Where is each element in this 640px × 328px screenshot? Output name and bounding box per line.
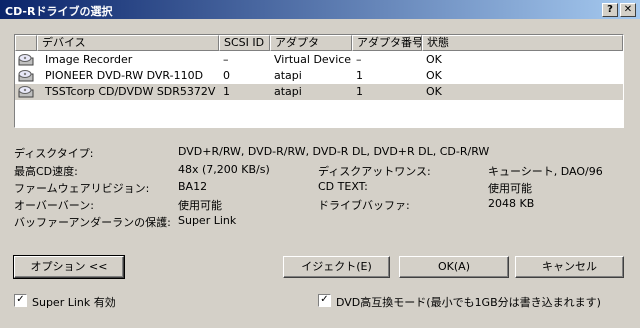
device-scsi-id: – <box>223 53 229 66</box>
drive-buffer-value: 2048 KB <box>488 197 535 210</box>
device-scsi-id: 0 <box>223 69 230 82</box>
device-name: Image Recorder <box>45 53 133 66</box>
overburn-label: オーバーバーン: <box>14 199 94 212</box>
eject-button[interactable]: イジェクト(E) <box>283 256 390 278</box>
drive-buffer-label: ドライブバッファ: <box>318 199 410 212</box>
disc-type-label: ディスクタイプ: <box>14 147 94 160</box>
column-header-adapter-number[interactable]: アダプタ番号 <box>352 35 422 51</box>
disc-at-once-value: キューシート, DAO/96 <box>488 165 603 178</box>
ok-button-label: OK(A) <box>438 260 470 273</box>
column-header-status[interactable]: 状態 <box>422 35 623 51</box>
device-adapter: atapi <box>274 85 302 98</box>
device-list-header: デバイス SCSI ID アダプタ アダプタ番号 状態 <box>15 35 623 51</box>
device-adapter-number: – <box>356 53 362 66</box>
cancel-button[interactable]: キャンセル <box>515 256 624 278</box>
help-button[interactable]: ? <box>602 3 618 17</box>
eject-button-label: イジェクト(E) <box>301 260 372 273</box>
dvd-compat-checkbox[interactable]: ✓ <box>318 294 331 307</box>
dvd-compat-label[interactable]: DVD高互換モード(最小でも1GB分は書き込まれます) <box>336 294 601 310</box>
super-link-label[interactable]: Super Link 有効 <box>32 294 116 310</box>
device-name: PIONEER DVD-RW DVR-110D <box>45 69 204 82</box>
underrun-protection-value: Super Link <box>178 214 237 227</box>
device-adapter: atapi <box>274 69 302 82</box>
column-header-adapter[interactable]: アダプタ <box>270 35 352 51</box>
firmware-label: ファームウェアリビジョン: <box>14 182 150 195</box>
cd-text-value: 使用可能 <box>488 182 532 195</box>
super-link-checkbox[interactable]: ✓ <box>14 294 27 307</box>
options-button-label: オプション << <box>30 260 108 273</box>
underrun-protection-label: バッファーアンダーランの保護: <box>14 216 171 229</box>
device-status: OK <box>426 85 442 98</box>
column-header-scsi-id[interactable]: SCSI ID <box>219 35 270 51</box>
column-header-device[interactable]: デバイス <box>37 35 219 51</box>
cancel-button-label: キャンセル <box>542 260 597 273</box>
column-header-icon[interactable] <box>15 35 37 51</box>
disc-type-value: DVD+R/RW, DVD-R/RW, DVD-R DL, DVD+R DL, … <box>178 145 490 158</box>
device-row[interactable]: Image Recorder – Virtual Device – OK <box>15 52 623 68</box>
device-row-selected[interactable]: TSSTcorp CD/DVDW SDR5372V 1 atapi 1 OK <box>15 84 623 100</box>
overburn-value: 使用可能 <box>178 199 222 212</box>
cd-drive-icon <box>18 70 34 82</box>
device-adapter: Virtual Device <box>274 53 352 66</box>
options-button[interactable]: オプション << <box>13 255 125 279</box>
disc-at-once-label: ディスクアットワンス: <box>318 165 431 178</box>
cd-drive-icon <box>18 86 34 98</box>
device-name: TSSTcorp CD/DVDW SDR5372V <box>45 85 216 98</box>
device-list[interactable]: デバイス SCSI ID アダプタ アダプタ番号 状態 Image Record… <box>14 34 624 128</box>
device-scsi-id: 1 <box>223 85 230 98</box>
title-bar: CD-Rドライブの選択 ? ✕ <box>0 0 640 19</box>
close-button[interactable]: ✕ <box>620 3 636 17</box>
device-row[interactable]: PIONEER DVD-RW DVR-110D 0 atapi 1 OK <box>15 68 623 84</box>
max-speed-label: 最高CD速度: <box>14 165 78 178</box>
device-status: OK <box>426 53 442 66</box>
device-status: OK <box>426 69 442 82</box>
device-adapter-number: 1 <box>356 69 363 82</box>
cd-text-label: CD TEXT: <box>318 180 368 193</box>
max-speed-value: 48x (7,200 KB/s) <box>178 163 270 176</box>
cd-drive-icon <box>18 54 34 66</box>
window-title: CD-Rドライブの選択 <box>5 5 113 18</box>
device-adapter-number: 1 <box>356 85 363 98</box>
firmware-value: BA12 <box>178 180 208 193</box>
ok-button[interactable]: OK(A) <box>399 256 509 278</box>
